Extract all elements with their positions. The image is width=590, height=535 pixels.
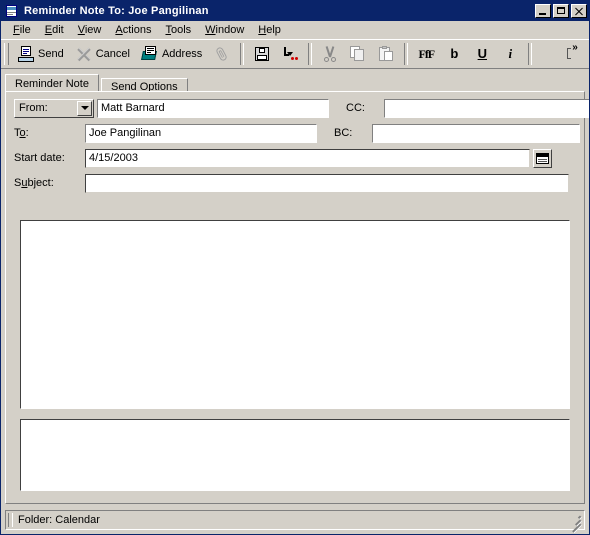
- close-button[interactable]: [571, 4, 587, 18]
- calendar-icon: [536, 152, 549, 164]
- calendar-picker-button[interactable]: [533, 148, 552, 168]
- menu-item-window[interactable]: Window: [198, 23, 251, 37]
- status-grip: [8, 513, 13, 527]
- subject-input[interactable]: [85, 173, 569, 193]
- subject-label: Subject:: [14, 177, 54, 189]
- font-icon: FfF: [418, 47, 435, 61]
- menu-item-help[interactable]: Help: [251, 23, 288, 37]
- toolbar-grip[interactable]: [4, 43, 9, 65]
- cancel-button[interactable]: Cancel: [71, 42, 135, 66]
- start-date-label: Start date:: [14, 152, 65, 164]
- cancel-x-icon: [76, 46, 92, 62]
- send-button[interactable]: Send: [13, 42, 69, 66]
- menu-item-tools[interactable]: Tools: [158, 23, 198, 37]
- send-icon: [18, 46, 34, 62]
- maximize-button[interactable]: [553, 4, 569, 18]
- toolbar-separator: [528, 43, 533, 65]
- paste-button[interactable]: [373, 42, 399, 66]
- attach-button[interactable]: [209, 42, 235, 66]
- start-date-row: Start date: 4/15/2003: [14, 148, 576, 168]
- italic-icon: i: [508, 46, 513, 61]
- address-button-label: Address: [161, 48, 203, 60]
- copy-button[interactable]: [345, 42, 371, 66]
- minimize-button[interactable]: [535, 4, 551, 18]
- from-label: From:: [19, 102, 48, 114]
- message-body-editor[interactable]: [20, 220, 570, 409]
- recipient-fields: From: Matt Barnard CC: To: Joe Pangilina…: [6, 92, 589, 193]
- send-later-button[interactable]: [277, 42, 303, 66]
- cc-label: CC:: [346, 102, 365, 114]
- bold-button[interactable]: b: [441, 42, 467, 66]
- toolbar-overflow-button[interactable]: »: [565, 43, 585, 65]
- cut-button[interactable]: [317, 42, 343, 66]
- address-book-icon: [140, 46, 158, 62]
- bc-label: BC:: [334, 127, 353, 139]
- from-dropdown[interactable]: From:: [14, 98, 94, 118]
- status-bar: Folder: Calendar: [5, 510, 585, 534]
- partial-button-icon: [567, 48, 571, 59]
- start-date-input[interactable]: 4/15/2003: [85, 148, 530, 168]
- toolbar-separator: [240, 43, 245, 65]
- subject-row: Subject:: [14, 173, 576, 193]
- cancel-button-label: Cancel: [95, 48, 130, 60]
- from-row: From: Matt Barnard CC:: [14, 98, 589, 118]
- to-label: To:: [14, 127, 29, 139]
- send-later-arrow-icon: [282, 46, 299, 62]
- to-row: To: Joe Pangilinan BC:: [14, 123, 580, 143]
- save-button[interactable]: [249, 42, 275, 66]
- resize-grip[interactable]: [568, 514, 583, 534]
- menu-item-actions[interactable]: Actions: [108, 23, 158, 37]
- paperclip-icon: [214, 46, 230, 62]
- copy-documents-icon: [350, 46, 366, 62]
- status-folder-text: Folder: Calendar: [18, 514, 100, 526]
- cc-input[interactable]: [384, 98, 589, 118]
- scissors-icon: [322, 46, 338, 62]
- underline-icon: U: [477, 46, 487, 61]
- reminder-note-window: Reminder Note To: Joe Pangilinan File Ed…: [0, 0, 590, 535]
- chevron-down-icon[interactable]: [77, 100, 92, 116]
- bold-icon: b: [450, 46, 459, 61]
- note-document-icon: [4, 4, 20, 18]
- toolbar-separator: [404, 43, 409, 65]
- from-input[interactable]: Matt Barnard: [97, 98, 329, 118]
- toolbar: Send Cancel Address FfF b U i »: [1, 39, 589, 69]
- window-controls: [535, 4, 587, 18]
- floppy-disk-icon: [254, 46, 270, 62]
- address-button[interactable]: Address: [137, 42, 207, 66]
- chevron-double-right-icon: »: [572, 42, 578, 53]
- window-title: Reminder Note To: Joe Pangilinan: [24, 5, 209, 17]
- clipboard-paste-icon: [378, 46, 394, 62]
- title-bar[interactable]: Reminder Note To: Joe Pangilinan: [1, 1, 589, 21]
- menu-item-edit[interactable]: Edit: [38, 23, 71, 37]
- send-button-label: Send: [38, 48, 64, 60]
- secondary-note-editor[interactable]: [20, 419, 570, 491]
- to-input[interactable]: Joe Pangilinan: [85, 123, 317, 143]
- italic-button[interactable]: i: [497, 42, 523, 66]
- menu-bar: File Edit View Actions Tools Window Help: [1, 21, 589, 39]
- menu-item-view[interactable]: View: [71, 23, 109, 37]
- menu-item-file[interactable]: File: [6, 23, 38, 37]
- font-button[interactable]: FfF: [413, 42, 439, 66]
- toolbar-separator: [308, 43, 313, 65]
- underline-button[interactable]: U: [469, 42, 495, 66]
- form-panel: From: Matt Barnard CC: To: Joe Pangilina…: [5, 91, 589, 504]
- bc-input[interactable]: [372, 123, 580, 143]
